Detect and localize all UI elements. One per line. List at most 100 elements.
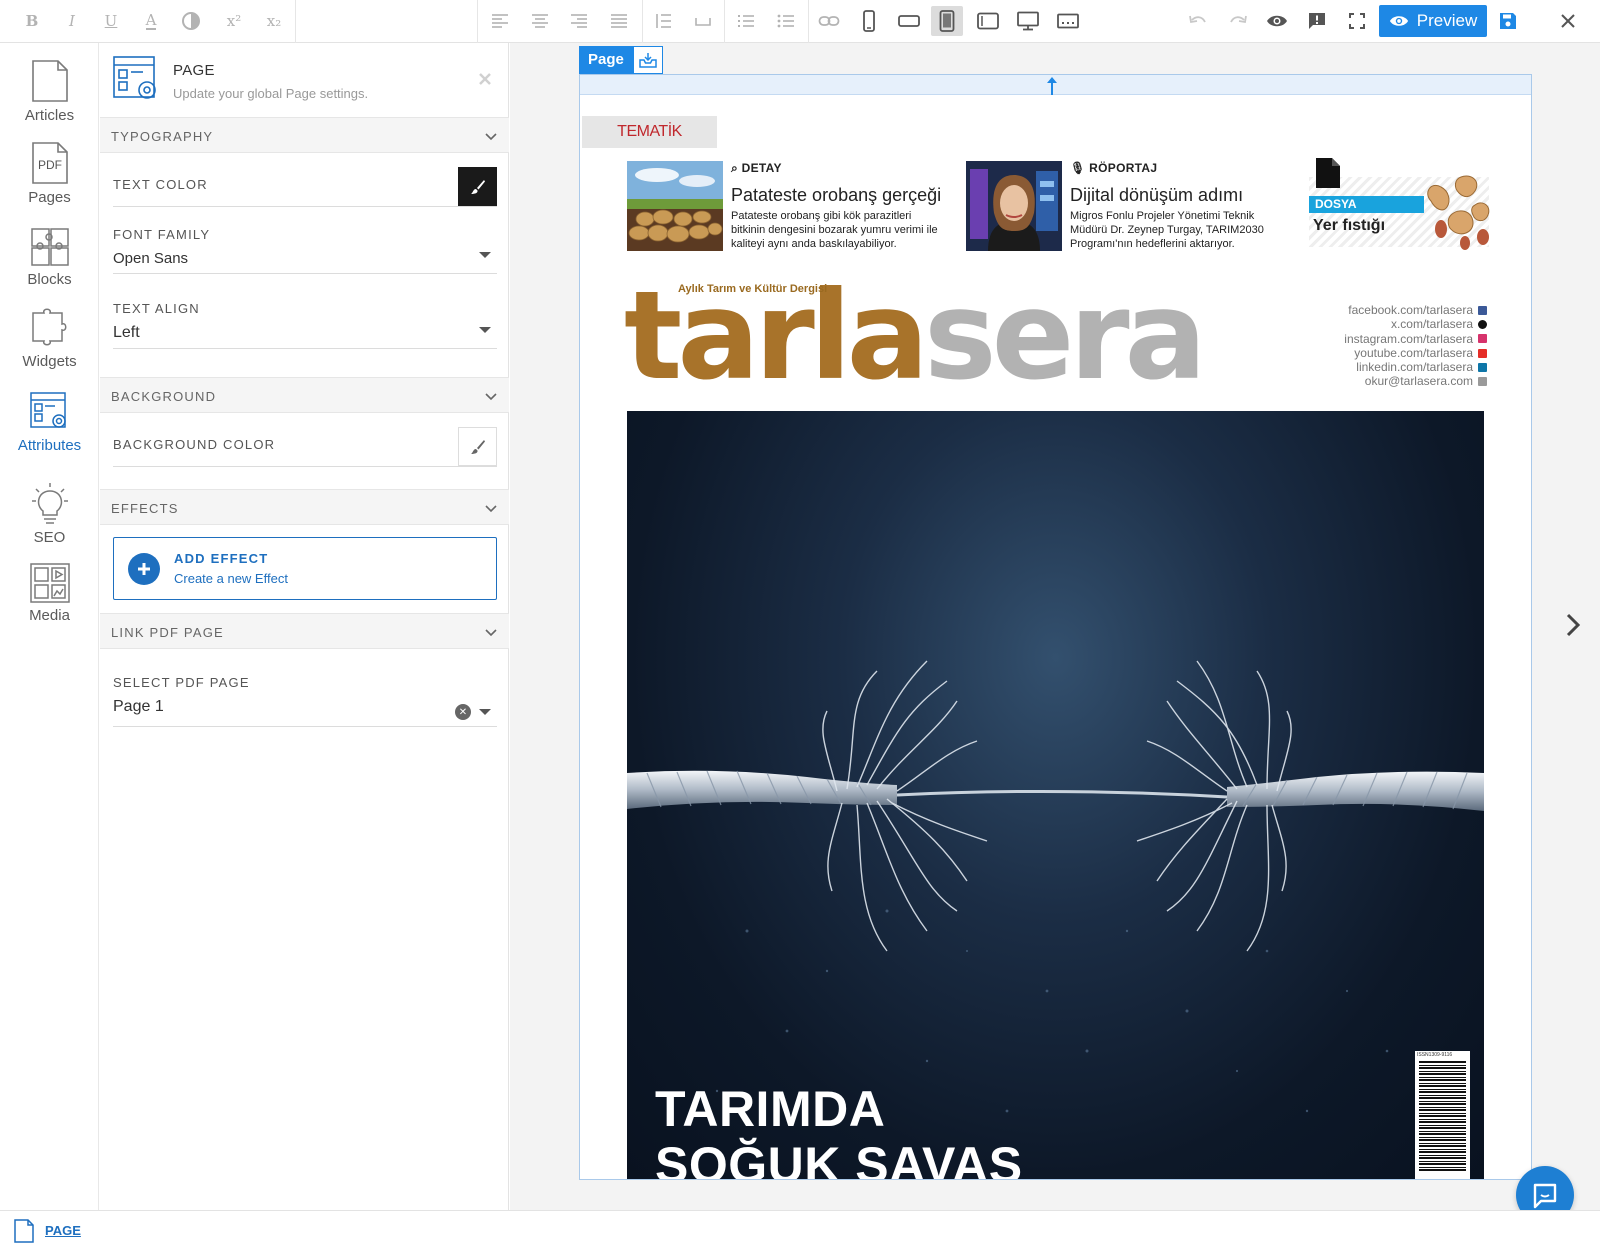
rail-item-attributes[interactable]: Attributes (0, 387, 99, 454)
toolbar-divider (642, 0, 643, 43)
chevron-down-icon (485, 388, 497, 406)
puzzle-grid-icon (28, 221, 72, 267)
select-pdf-page-field[interactable]: SELECT PDF PAGE Page 1 ✕ (113, 675, 497, 727)
align-center-button[interactable] (524, 6, 556, 36)
bold-button[interactable]: B (16, 6, 48, 36)
ordered-list-button[interactable] (730, 6, 762, 36)
page-frame-handle[interactable] (580, 75, 1531, 98)
rail-item-seo[interactable]: SEO (0, 479, 99, 546)
fullscreen-button[interactable] (1341, 6, 1373, 36)
barcode: ISSN1309-9116 (1415, 1051, 1470, 1179)
text-color-swatch[interactable] (458, 167, 497, 206)
link-button[interactable] (813, 6, 845, 36)
unordered-list-button[interactable] (770, 6, 802, 36)
field-underline (113, 466, 497, 467)
arrow-up-icon (1046, 77, 1058, 98)
feedback-button[interactable] (1301, 6, 1333, 36)
close-icon (1561, 14, 1575, 28)
letter-spacing-button[interactable] (687, 6, 719, 36)
section-link-pdf-page[interactable]: LINK PDF PAGE (100, 613, 509, 649)
clear-selection-icon[interactable]: ✕ (455, 704, 471, 720)
undo-icon (1189, 15, 1206, 24)
font-family-value: Open Sans (113, 250, 189, 267)
social-row-linkedin: linkedin.com/tarlasera (1344, 360, 1487, 374)
background-color-swatch[interactable] (458, 427, 497, 466)
page-frame[interactable]: TEMATİK ⌕ DETAY Patateste orobanş gerçeğ… (579, 74, 1532, 1180)
page-tab[interactable]: Page (579, 46, 663, 74)
dosya-title: Yer fıstığı (1313, 217, 1386, 234)
section-effects[interactable]: EFFECTS (100, 489, 509, 525)
document-icon (28, 57, 72, 103)
close-icon (479, 73, 491, 85)
close-editor-button[interactable] (1552, 6, 1584, 36)
add-effect-button[interactable]: ADD EFFECT Create a new Effect (113, 537, 497, 600)
device-tablet-landscape-button[interactable] (972, 6, 1004, 36)
preview-button[interactable]: Preview (1379, 5, 1487, 37)
breadcrumb-page-link[interactable]: PAGE (45, 1223, 81, 1238)
page-settings-icon (112, 55, 160, 103)
teaser-title: Patateste orobanş gerçeği (731, 185, 942, 205)
device-mobile-button[interactable] (853, 6, 885, 36)
device-desktop-button[interactable] (1012, 6, 1044, 36)
line-height-button[interactable] (647, 6, 679, 36)
superscript-button[interactable]: x² (218, 6, 250, 36)
youtube-icon (1478, 348, 1487, 358)
undo-button[interactable] (1182, 6, 1214, 36)
social-links: facebook.com/tarlasera x.com/tarlasera i… (1344, 303, 1487, 389)
rail-item-widgets[interactable]: Widgets (0, 303, 99, 370)
align-justify-button[interactable] (603, 6, 635, 36)
teaser-roportaj: 🎙 RÖPORTAJ Dijital dönüşüm adımı Migros … (966, 161, 1291, 253)
field-underline (113, 206, 497, 207)
lightbulb-icon (28, 479, 72, 525)
teaser-kicker: ⌕ DETAY (731, 161, 782, 175)
cover-image: TARIMDA SOĞUK SAVAŞ ISSN1309-9116 (627, 411, 1484, 1180)
comment-alert-icon (1309, 13, 1325, 29)
subscript-button[interactable]: x₂ (258, 6, 290, 36)
background-color-field: BACKGROUND COLOR (113, 427, 497, 467)
potato-image (627, 161, 723, 251)
save-button[interactable] (1492, 6, 1524, 36)
microphone-icon: 🎙 (1070, 161, 1090, 175)
panel-close-button[interactable] (479, 69, 491, 90)
social-row-youtube: youtube.com/tarlasera (1344, 346, 1487, 360)
toolbar-divider (724, 0, 725, 43)
cover-headline-line-1: TARIMDA (655, 1081, 886, 1137)
underline-button[interactable]: U (95, 6, 127, 36)
rail-item-label: Articles (24, 107, 75, 124)
section-background[interactable]: BACKGROUND (100, 377, 509, 413)
chevron-down-icon (485, 624, 497, 642)
chevron-right-icon (1566, 613, 1581, 637)
pdf-page-icon: PDF (28, 139, 72, 185)
section-title: LINK PDF PAGE (111, 625, 224, 640)
device-tablet-button[interactable] (931, 6, 963, 36)
inbox-download-icon[interactable] (632, 46, 663, 74)
rail-item-media[interactable]: Media (0, 557, 99, 624)
toolbar-divider (295, 0, 296, 43)
page-tab-label: Page (579, 46, 633, 74)
next-page-button[interactable] (1565, 612, 1581, 643)
breadcrumb-bar: PAGE (0, 1210, 1600, 1249)
teaser-title: Dijital dönüşüm adımı (1070, 185, 1244, 205)
font-family-field[interactable]: FONT FAMILY Open Sans (113, 227, 497, 274)
cover-headline-line-2: SOĞUK SAVAŞ (655, 1137, 1023, 1180)
social-row-instagram: instagram.com/tarlasera (1344, 332, 1487, 346)
view-button[interactable] (1261, 6, 1293, 36)
rail-item-label: Blocks (27, 271, 72, 288)
highlight-button[interactable] (175, 6, 207, 36)
redo-button[interactable] (1222, 6, 1254, 36)
dosya-label: DOSYA (1309, 196, 1424, 213)
rail-item-blocks[interactable]: Blocks (0, 221, 99, 288)
align-left-button[interactable] (484, 6, 516, 36)
section-typography[interactable]: TYPOGRAPHY (100, 117, 509, 153)
device-wide-button[interactable] (1052, 6, 1084, 36)
font-color-button[interactable]: A (135, 6, 167, 36)
device-mobile-landscape-button[interactable] (893, 6, 925, 36)
chat-icon (1533, 1183, 1557, 1209)
rail-item-pages[interactable]: PDF Pages (0, 139, 99, 206)
text-align-field[interactable]: TEXT ALIGN Left (113, 301, 497, 349)
rail-item-articles[interactable]: Articles (0, 57, 99, 124)
align-right-button[interactable] (563, 6, 595, 36)
bullet-list-icon (777, 14, 794, 28)
preview-label: Preview (1416, 11, 1478, 30)
italic-button[interactable]: I (56, 6, 88, 36)
